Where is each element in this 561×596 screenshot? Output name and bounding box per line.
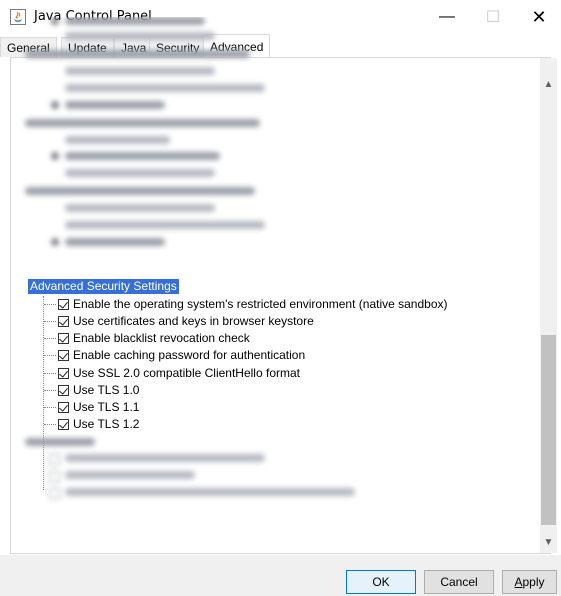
scrollbar-thumb[interactable] bbox=[541, 335, 556, 525]
checkbox-checked[interactable] bbox=[58, 349, 69, 361]
setting-caching-password[interactable]: Enable caching password for authenticati… bbox=[58, 347, 305, 363]
chevron-up-icon[interactable]: ▲ bbox=[540, 76, 557, 93]
checkbox-checked[interactable] bbox=[58, 315, 69, 327]
setting-label: Enable caching password for authenticati… bbox=[73, 348, 306, 362]
apply-button[interactable]: Apply bbox=[502, 570, 557, 594]
setting-label: Use TLS 1.0 bbox=[73, 383, 140, 397]
tree-connector bbox=[44, 373, 56, 374]
checkbox-checked[interactable] bbox=[58, 384, 69, 396]
tree-connector bbox=[44, 355, 56, 356]
tree-connector bbox=[44, 338, 56, 339]
ok-button[interactable]: OK bbox=[346, 570, 416, 594]
checkbox-checked[interactable] bbox=[58, 401, 69, 413]
setting-browser-keystore[interactable]: Use certificates and keys in browser key… bbox=[58, 313, 314, 329]
apply-label: pply bbox=[522, 575, 545, 589]
cancel-button[interactable]: Cancel bbox=[424, 570, 494, 594]
setting-ssl2-hello[interactable]: Use SSL 2.0 compatible ClientHello forma… bbox=[58, 365, 300, 381]
checkbox-checked[interactable] bbox=[58, 332, 69, 344]
checkbox-checked[interactable] bbox=[58, 367, 69, 379]
setting-label: Use TLS 1.1 bbox=[73, 400, 140, 414]
advanced-security-header[interactable]: Advanced Security Settings bbox=[28, 279, 179, 294]
settings-tree: Advanced Security Settings Enable the op… bbox=[9, 17, 538, 552]
setting-blacklist-check[interactable]: Enable blacklist revocation check bbox=[58, 330, 250, 346]
vertical-scrollbar[interactable]: ▲ ▼ bbox=[540, 58, 557, 553]
blurred-misc-region bbox=[9, 435, 529, 505]
setting-tls11[interactable]: Use TLS 1.1 bbox=[58, 399, 139, 415]
tree-connector bbox=[44, 407, 56, 408]
setting-tls12[interactable]: Use TLS 1.2 bbox=[58, 416, 139, 432]
blurred-settings-region bbox=[9, 17, 529, 275]
setting-label: Use SSL 2.0 compatible ClientHello forma… bbox=[73, 366, 300, 380]
apply-mnemonic: A bbox=[514, 575, 523, 589]
setting-label: Use TLS 1.2 bbox=[73, 417, 140, 431]
setting-label: Enable the operating system's restricted… bbox=[73, 297, 448, 311]
checkbox-checked[interactable] bbox=[58, 298, 69, 310]
tree-connector bbox=[44, 304, 56, 305]
chevron-down-icon[interactable]: ▼ bbox=[540, 534, 557, 551]
checkbox-checked[interactable] bbox=[58, 418, 69, 430]
setting-tls10[interactable]: Use TLS 1.0 bbox=[58, 382, 139, 398]
tree-connector bbox=[44, 321, 56, 322]
tree-connector bbox=[44, 424, 56, 425]
setting-native-sandbox[interactable]: Enable the operating system's restricted… bbox=[58, 296, 447, 312]
setting-label: Enable blacklist revocation check bbox=[73, 331, 250, 345]
setting-label: Use certificates and keys in browser key… bbox=[73, 314, 314, 328]
tree-connector bbox=[44, 390, 56, 391]
